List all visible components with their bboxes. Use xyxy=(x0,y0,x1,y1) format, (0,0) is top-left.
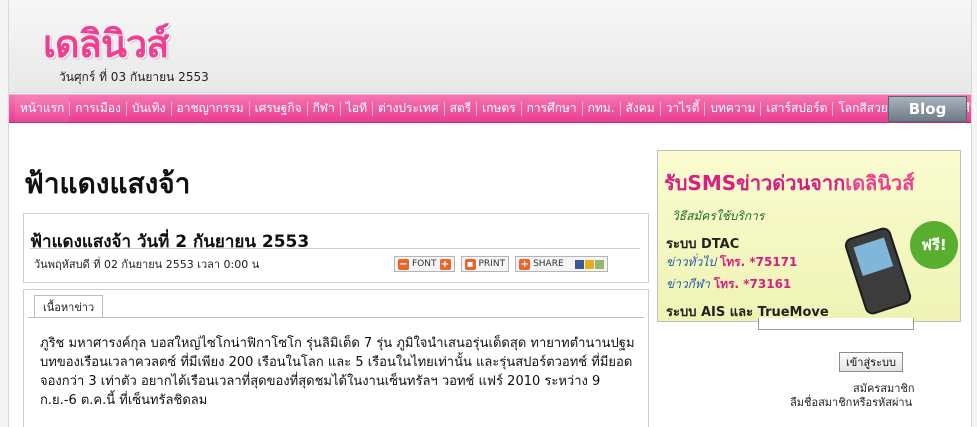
phone-icon xyxy=(842,225,914,317)
page-title: ฟ้าแดงแสงจ้า xyxy=(24,167,191,200)
article-tools: − FONT + ▪ PRINT + SHARE xyxy=(394,256,608,272)
print-button[interactable]: ▪ PRINT xyxy=(460,256,510,272)
nav-item[interactable]: วาไรตี้ xyxy=(661,95,705,122)
tab-underline xyxy=(28,317,644,318)
share-label: SHARE xyxy=(533,259,564,269)
nav-item[interactable]: สตรี xyxy=(445,95,477,122)
font-increase-icon[interactable]: + xyxy=(439,258,451,270)
social-icon xyxy=(584,259,594,269)
font-button[interactable]: − FONT + xyxy=(394,256,455,272)
nav-item[interactable]: เสาร์สปอร์ต xyxy=(761,95,832,122)
free-badge: ฟรี! xyxy=(910,221,958,269)
article-content-box: เนื้อหาข่าว ภูริช มหาศารงค์กุล บอสใหญ่ไซ… xyxy=(23,289,649,427)
article-date: วันพฤหัสบดี ที่ 02 กันยายน 2553 เวลา 0:0… xyxy=(34,258,260,271)
blog-button[interactable]: Blog xyxy=(888,96,967,122)
banner-line-sport-label: ข่าวกีฬา xyxy=(666,277,710,291)
share-button[interactable]: + SHARE xyxy=(515,256,608,272)
print-icon: ▪ xyxy=(464,258,476,270)
font-decrease-icon[interactable]: − xyxy=(398,258,409,270)
banner-line-general: ข่าวทั่วไป โทร. *75171 xyxy=(666,253,797,272)
nav-item[interactable]: การศึกษา xyxy=(522,95,582,122)
banner-headline: รับSMSข่าวด่วนจากเดลินิวส์ xyxy=(664,167,914,199)
print-label: PRINT xyxy=(478,259,506,269)
site-logo[interactable]: เดลินิวส์ xyxy=(43,20,169,68)
article-body: ภูริช มหาศารงค์กุล บอสใหญ่ไซโกน่าฟิกาโซโ… xyxy=(40,336,635,408)
banner-subheading: วิธีสมัครใช้บริการ xyxy=(672,209,765,223)
forgot-password-link[interactable]: ลืมชื่อสมาชิกหรือรหัสผ่าน xyxy=(790,393,912,411)
banner-dtac-label: ระบบ DTAC xyxy=(666,237,740,252)
nav-item[interactable]: สังคม xyxy=(621,95,660,122)
login-input[interactable] xyxy=(758,318,914,330)
share-icon: + xyxy=(519,258,531,270)
nav-item[interactable]: ต่างประเทศ xyxy=(373,95,444,122)
site-header: เดลินิวส์ วันศุกร์ ที่ 03 กันยายน 2553 xyxy=(9,0,971,93)
nav-item[interactable]: กทม. xyxy=(583,95,620,122)
tab-content[interactable]: เนื้อหาข่าว xyxy=(34,295,104,317)
nav-item[interactable]: บันเทิง xyxy=(127,95,171,122)
share-service-icons xyxy=(574,259,604,269)
sms-news-banner[interactable]: รับSMSข่าวด่วนจากเดลินิวส์ วิธีสมัครใช้บ… xyxy=(657,150,961,322)
phone-screen xyxy=(853,237,894,276)
banner-line-sport: ข่าวกีฬา โทร. *73161 xyxy=(666,275,791,294)
font-label: FONT xyxy=(412,259,437,269)
social-icon xyxy=(574,259,584,269)
header-date: วันศุกร์ ที่ 03 กันยายน 2553 xyxy=(59,70,209,84)
nav-item[interactable]: โลกสีสวย xyxy=(833,95,892,122)
banner-line-sport-code: โทร. *73161 xyxy=(713,277,792,291)
article-title: ฟ้าแดงแสงจ้า วันที่ 2 กันยายน 2553 xyxy=(30,232,310,252)
nav-item[interactable]: การเมือง xyxy=(70,95,126,122)
divider xyxy=(30,248,640,249)
banner-headline-brand: เดลินิวส์ xyxy=(845,171,915,195)
article-header-box: ฟ้าแดงแสงจ้า วันที่ 2 กันยายน 2553 วันพฤ… xyxy=(23,213,649,283)
page-container: เดลินิวส์ วันศุกร์ ที่ 03 กันยายน 2553 ห… xyxy=(8,0,977,427)
nav-item[interactable]: หน้าแรก xyxy=(15,95,70,122)
nav-item[interactable]: เศรษฐกิจ xyxy=(250,95,307,122)
nav-item[interactable]: เกษตร xyxy=(477,95,521,122)
nav-item[interactable]: อาชญากรรม xyxy=(172,95,249,122)
banner-line-general-code: โทร. *75171 xyxy=(719,255,798,269)
nav-item[interactable]: กีฬา xyxy=(308,95,340,122)
banner-headline-prefix: รับSMSข่าวด่วนจาก xyxy=(664,171,846,195)
nav-item[interactable]: ไอที xyxy=(341,95,372,122)
nav-items: หน้าแรก การเมือง บันเทิง อาชญากรรม เศรษฐกิจก… xyxy=(9,95,977,122)
login-button[interactable]: เข้าสู่ระบบ xyxy=(839,352,903,372)
social-icon xyxy=(594,259,604,269)
nav-item[interactable]: บทความ xyxy=(705,95,760,122)
banner-line-general-label: ข่าวทั่วไป xyxy=(666,255,716,269)
main-nav: หน้าแรก การเมือง บันเทิง อาชญากรรม เศรษฐกิจก… xyxy=(9,94,977,123)
